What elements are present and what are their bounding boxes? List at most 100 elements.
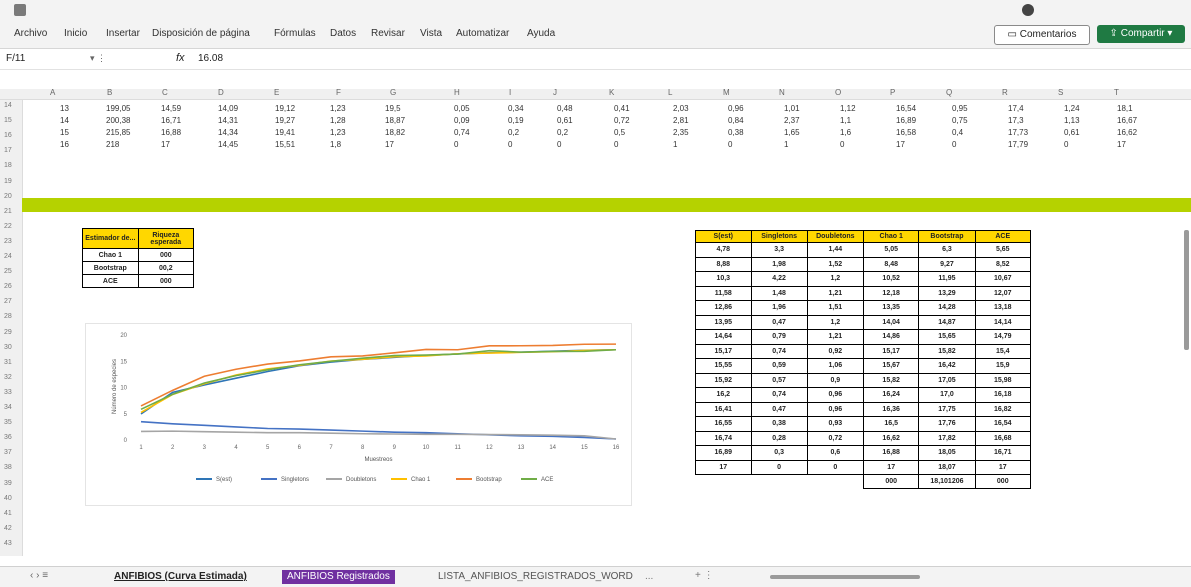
table-cell[interactable]: 15,65 [918,329,976,345]
table-cell[interactable]: 12,07 [974,285,1031,301]
more-sheets-icon[interactable]: ... [640,570,658,584]
column-header[interactable]: T [1114,88,1119,97]
table-cell[interactable]: 5,05 [862,242,920,258]
row-header[interactable]: 14 [4,102,12,109]
column-header[interactable]: L [668,88,672,97]
cell[interactable]: 1,23 [330,104,346,113]
table-cell[interactable]: 12,86 [695,300,752,316]
tab-disposicion[interactable]: Disposición de página [152,28,250,39]
column-header[interactable]: A [50,88,55,97]
row-header[interactable]: 29 [4,329,12,336]
row-header[interactable]: 42 [4,525,12,532]
table-cell[interactable]: 8,52 [974,256,1031,272]
table-cell[interactable]: 17 [974,459,1031,475]
table-cell[interactable]: 0,72 [806,430,864,446]
cell[interactable]: 16,88 [161,128,181,137]
cell[interactable]: 0,61 [1064,128,1080,137]
row-header[interactable]: 39 [4,480,12,487]
column-header[interactable]: P [890,88,895,97]
table-cell[interactable]: 0,3 [750,445,808,461]
cell[interactable]: 13 [60,104,69,113]
table-cell[interactable]: 1,51 [806,300,864,316]
column-header[interactable]: D [218,88,224,97]
cell[interactable]: 17 [161,140,170,149]
table-cell[interactable]: 15,82 [862,372,920,388]
table-cell[interactable]: 0,96 [806,401,864,417]
table-cell[interactable]: 14,14 [974,314,1031,330]
table-cell[interactable]: 10,52 [862,271,920,287]
table-cell[interactable]: 16,54 [974,416,1031,432]
tab-inicio[interactable]: Inicio [64,28,87,39]
cell[interactable]: 17,4 [1008,104,1024,113]
table-cell[interactable]: 14,04 [862,314,920,330]
column-header[interactable]: O [835,88,841,97]
cell[interactable]: 19,5 [385,104,401,113]
cell[interactable]: 0,2 [557,128,568,137]
table-cell[interactable]: 0,74 [750,343,808,359]
table-cell[interactable]: 15,67 [862,358,920,374]
cell[interactable]: 1,65 [784,128,800,137]
sheet-tab-active[interactable]: ANFIBIOS (Curva Estimada) [109,570,252,584]
row-header[interactable]: 21 [4,208,12,215]
table-cell[interactable]: 16,55 [695,416,752,432]
column-header[interactable]: J [553,88,557,97]
tab-formulas[interactable]: Fórmulas [274,28,316,39]
table-cell[interactable]: 1,21 [806,329,864,345]
table-cell[interactable]: 16,42 [918,358,976,374]
table-cell[interactable]: 12,18 [862,285,920,301]
table-header[interactable]: Doubletons [806,230,864,243]
table-cell[interactable]: 15,55 [695,358,752,374]
cell[interactable]: 19,27 [275,116,295,125]
cell[interactable]: 14,31 [218,116,238,125]
table-cell[interactable]: 16,18 [974,387,1031,403]
row-header[interactable]: 16 [4,132,12,139]
sheet-nav-arrows-icon[interactable]: ‹ › ≡ [30,570,48,581]
column-header[interactable]: Q [946,88,952,97]
table-cell[interactable]: 0,47 [750,314,808,330]
cell[interactable]: 18,87 [385,116,405,125]
table-cell[interactable]: 15,4 [974,343,1031,359]
cell[interactable]: 16,89 [896,116,916,125]
row-header[interactable]: 40 [4,495,12,502]
row-header[interactable]: 43 [4,540,12,547]
cell[interactable]: 14,45 [218,140,238,149]
cell[interactable]: 16,54 [896,104,916,113]
row-header[interactable]: 37 [4,449,12,456]
cell[interactable]: 0,61 [557,116,573,125]
row-header[interactable]: 19 [4,178,12,185]
row-header[interactable]: 41 [4,510,12,517]
row-header[interactable]: 27 [4,298,12,305]
table-cell[interactable]: 13,29 [918,285,976,301]
table-header[interactable]: ACE [974,230,1031,243]
cell[interactable]: 17 [385,140,394,149]
table-cell[interactable]: 18,05 [918,445,976,461]
table-cell[interactable]: 15,17 [862,343,920,359]
cell[interactable]: 2,03 [673,104,689,113]
cell[interactable]: 16,67 [1117,116,1137,125]
cell[interactable]: 0,38 [728,128,744,137]
cell[interactable]: 0,74 [454,128,470,137]
tab-revisar[interactable]: Revisar [371,28,405,39]
cell[interactable]: 0 [508,140,512,149]
cell[interactable]: 1 [784,140,788,149]
table-header[interactable]: Chao 1 [862,230,920,243]
table-cell[interactable]: 0,6 [806,445,864,461]
cell[interactable]: 0 [1064,140,1068,149]
row-header[interactable]: 24 [4,253,12,260]
column-header[interactable]: B [107,88,112,97]
cell[interactable]: 0 [728,140,732,149]
cell[interactable]: 1,8 [330,140,341,149]
table-header[interactable]: Bootstrap [918,230,976,243]
cell[interactable]: 2,35 [673,128,689,137]
table-cell[interactable]: 4,78 [695,242,752,258]
row-header[interactable]: 15 [4,117,12,124]
row-header[interactable]: 33 [4,389,12,396]
cell[interactable]: 15 [60,128,69,137]
chevron-down-icon[interactable]: ▾ ⋮ [90,53,106,64]
table-cell[interactable]: 15,9 [974,358,1031,374]
table-cell[interactable]: 15,92 [695,372,752,388]
table-cell[interactable]: 1,96 [750,300,808,316]
table-cell[interactable]: 15,17 [695,343,752,359]
cell[interactable]: 19,41 [275,128,295,137]
row-header[interactable]: 22 [4,223,12,230]
